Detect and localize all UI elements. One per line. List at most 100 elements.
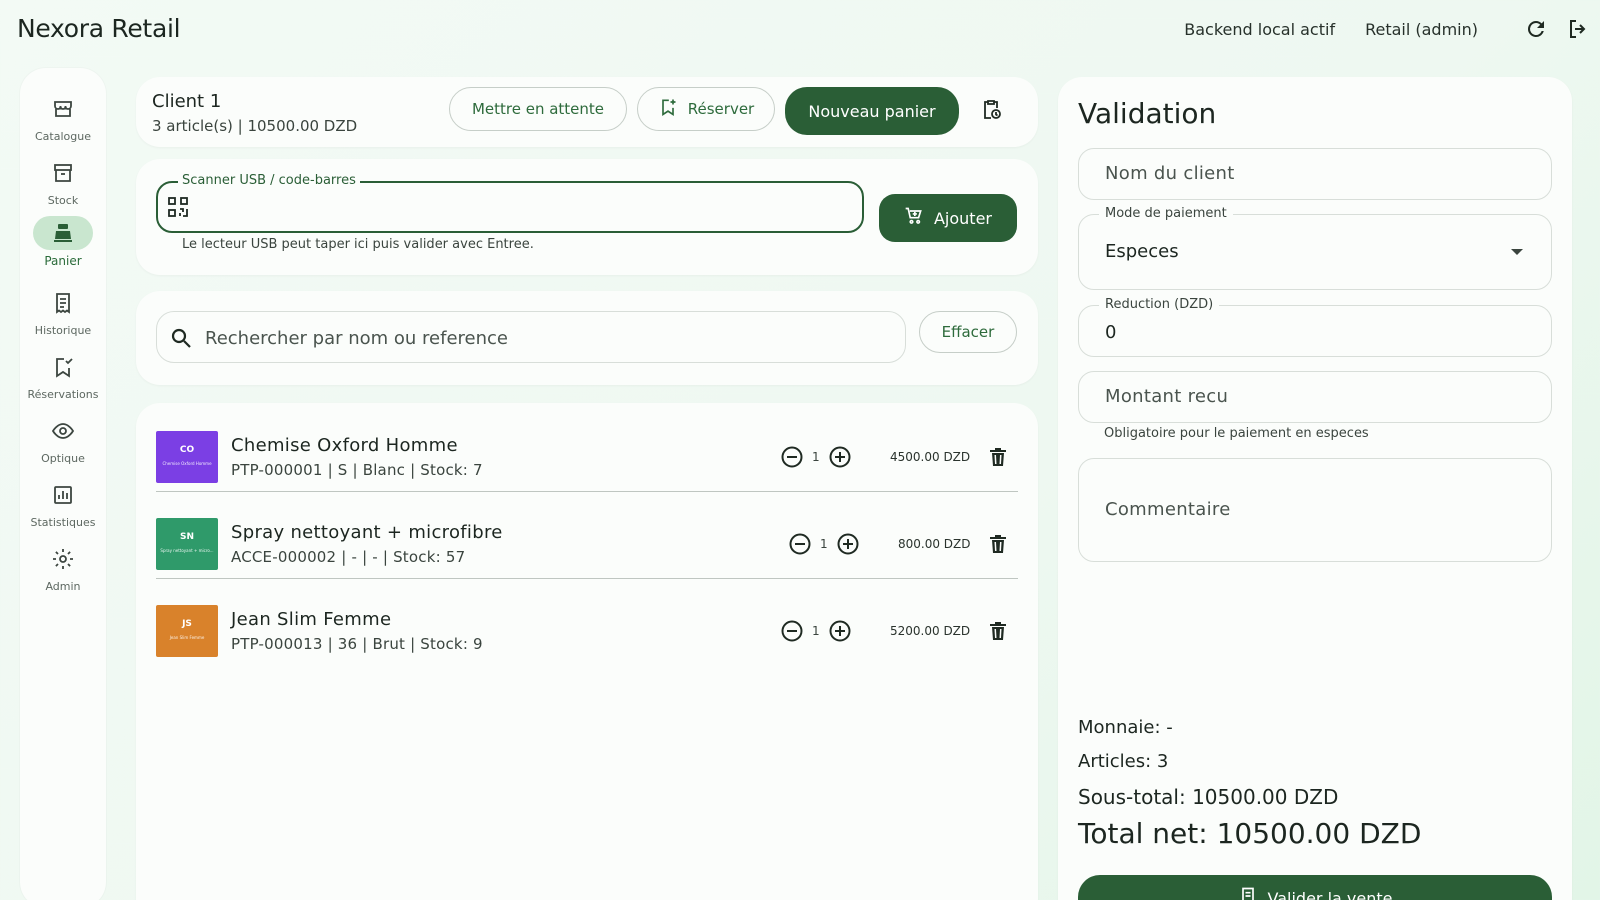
barcode-input[interactable]: Scanner USB / code-barres [156,173,864,233]
clipboard-clock-icon[interactable] [979,95,1003,123]
line-price: 5200.00 DZD [890,624,971,638]
thumbnail-initials: CO [179,445,195,455]
thumbnail-caption: Spray nettoyant + micro... [160,548,214,553]
validate-sale-button[interactable]: Valider la vente [1078,875,1552,900]
reserve-button[interactable]: Réserver [637,87,775,131]
amount-received-field[interactable]: Montant recu [1078,371,1552,423]
quantity-stepper: 1 [780,445,852,469]
clear-button-label: Effacer [941,323,995,341]
cart-header: Client 1 3 article(s) | 10500.00 DZD Met… [136,77,1038,147]
sidebar-item-optique[interactable]: Optique [20,414,106,465]
subtotal: Sous-total: 10500.00 DZD [1078,785,1339,809]
payment-mode-select[interactable]: Mode de paiement Especes [1078,206,1552,290]
hold-button-label: Mettre en attente [471,100,605,118]
bookmark-check-icon [33,350,93,384]
search-input[interactable] [205,324,885,352]
reserve-button-label: Réserver [687,100,755,118]
new-cart-button[interactable]: Nouveau panier [785,87,959,135]
sidebar-item-panier[interactable]: Panier [20,216,106,268]
product-name: Jean Slim Femme [231,609,392,630]
scanner-card: Scanner USB / code-barres Le lecteur USB… [136,159,1038,275]
logout-icon[interactable] [1566,17,1590,41]
search-card: Effacer [136,291,1038,385]
minus-circle-icon[interactable] [788,532,812,556]
trash-icon[interactable] [986,619,1010,643]
product-thumbnail: CO Chemise Oxford Homme [156,431,218,483]
cart-row: CO Chemise Oxford Homme Chemise Oxford H… [156,403,1018,492]
qr-code-icon [166,195,190,219]
backend-status: Backend local actif [1184,19,1336,39]
product-meta: PTP-000013 | 36 | Brut | Stock: 9 [231,635,483,653]
scanner-hint: Le lecteur USB peut taper ici puis valid… [182,237,534,252]
line-price: 800.00 DZD [898,537,971,551]
product-meta: ACCE-000002 | - | - | Stock: 57 [231,548,466,566]
sidebar-item-statistiques[interactable]: Statistiques [20,478,106,529]
refresh-icon[interactable] [1524,17,1548,41]
sidebar-item-historique[interactable]: Historique [20,286,106,337]
sidebar-item-admin[interactable]: Admin [20,542,106,593]
eye-icon [33,414,93,448]
trash-icon[interactable] [986,445,1010,469]
discount-field[interactable]: Reduction (DZD) 0 [1078,297,1552,357]
store-icon [33,92,93,126]
validation-panel: Validation Nom du client Mode de paiemen… [1058,77,1572,900]
archive-icon [33,156,93,190]
amount-received-placeholder: Montant recu [1105,386,1229,407]
hold-button[interactable]: Mettre en attente [449,87,627,131]
plus-circle-icon[interactable] [828,445,852,469]
quantity-stepper: 1 [788,532,860,556]
add-button-label: Ajouter [933,208,992,228]
chevron-down-icon [1511,249,1523,255]
sidebar-item-stock[interactable]: Stock [20,156,106,207]
sidebar-item-reservations[interactable]: Réservations [20,350,106,401]
minus-circle-icon[interactable] [780,619,804,643]
product-search-field[interactable] [156,311,906,363]
cart-row: SN Spray nettoyant + micro... Spray nett… [156,490,1018,579]
bookmark-icon [658,97,678,121]
change-amount: Monnaie: - [1078,717,1173,738]
validate-sale-label: Valider la vente [1267,888,1393,900]
clear-button[interactable]: Effacer [919,311,1017,353]
client-name-field[interactable]: Nom du client [1078,148,1552,200]
amount-received-hint: Obligatoire pour le paiement en especes [1104,426,1369,441]
minus-circle-icon[interactable] [780,445,804,469]
sidebar-item-label: Historique [34,324,92,337]
barcode-input-label: Scanner USB / code-barres [178,173,360,188]
comment-placeholder: Commentaire [1105,499,1231,520]
sidebar-item-catalogue[interactable]: Catalogue [20,92,106,143]
top-right-area: Backend local actif Retail (admin) [1184,17,1590,41]
cart-row: JS Jean Slim Femme Jean Slim Femme PTP-0… [156,577,1018,665]
thumbnail-initials: JS [182,619,192,629]
thumbnail-caption: Jean Slim Femme [169,635,205,640]
line-price: 4500.00 DZD [890,450,971,464]
discount-label: Reduction (DZD) [1099,297,1220,312]
net-total: Total net: 10500.00 DZD [1078,817,1422,850]
quantity-value: 1 [812,624,820,638]
sidebar: Catalogue Stock Panier Historique Réserv… [20,68,106,900]
cash-register-icon [33,216,93,250]
quantity-stepper: 1 [780,619,852,643]
product-thumbnail: SN Spray nettoyant + micro... [156,518,218,570]
quantity-value: 1 [812,450,820,464]
receipt-icon [33,286,93,320]
search-icon [169,326,193,350]
sidebar-item-label: Catalogue [35,130,91,143]
comment-field[interactable]: Commentaire [1078,458,1552,562]
plus-circle-icon[interactable] [828,619,852,643]
chart-icon [33,478,93,512]
payment-mode-label: Mode de paiement [1099,206,1233,221]
quantity-value: 1 [820,537,828,551]
product-thumbnail: JS Jean Slim Femme [156,605,218,657]
cart-summary: 3 article(s) | 10500.00 DZD [152,117,358,135]
trash-icon[interactable] [986,532,1010,556]
sidebar-item-label: Réservations [27,388,99,401]
product-name: Chemise Oxford Homme [231,435,458,456]
user-role[interactable]: Retail (admin) [1365,20,1478,39]
validation-title: Validation [1078,97,1217,130]
client-name-placeholder: Nom du client [1105,163,1235,184]
add-button[interactable]: Ajouter [879,194,1017,242]
discount-value: 0 [1105,322,1117,343]
gear-icon [33,542,93,576]
receipt-icon [1238,886,1258,900]
plus-circle-icon[interactable] [836,532,860,556]
